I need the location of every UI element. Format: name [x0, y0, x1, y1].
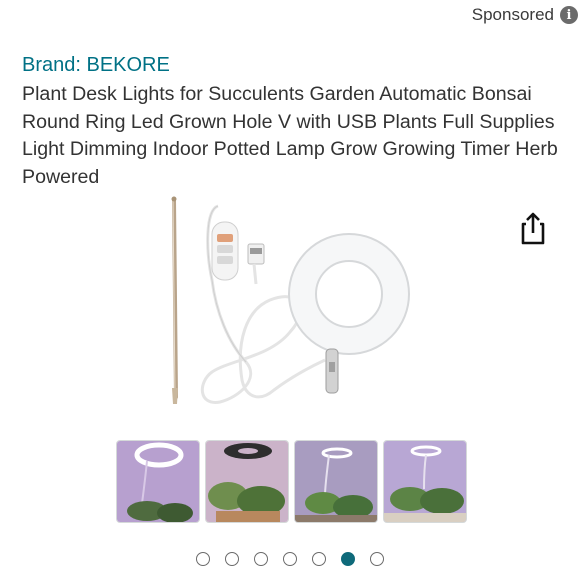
share-button[interactable] — [517, 211, 549, 245]
carousel-dot[interactable] — [225, 552, 239, 566]
ring-light-pot-thumbnail[interactable] — [383, 440, 467, 523]
sponsored-label: Sponsored — [471, 5, 554, 24]
product-title: Plant Desk Lights for Succulents Garden … — [22, 83, 558, 188]
thumbnail-strip — [116, 440, 467, 523]
carousel-dot-active[interactable] — [341, 552, 355, 566]
telescopic-rod — [171, 196, 178, 404]
carousel-dot[interactable] — [254, 552, 268, 566]
info-icon[interactable]: i — [560, 6, 578, 24]
sponsored-row[interactable]: Sponsored i — [472, 3, 580, 27]
carousel-dots — [0, 552, 580, 566]
carousel-dot[interactable] — [283, 552, 297, 566]
brand-link[interactable]: Brand: BEKORE — [22, 54, 170, 77]
carousel-dot[interactable] — [370, 552, 384, 566]
ring-light-glow-thumbnail[interactable] — [116, 440, 200, 523]
controller-box — [211, 221, 239, 281]
main-product-image[interactable] — [150, 192, 430, 420]
carousel-dot[interactable] — [312, 552, 326, 566]
usb-plug — [247, 243, 265, 285]
share-icon — [521, 212, 545, 245]
carousel-dot[interactable] — [196, 552, 210, 566]
ring-light-plants-thumbnail[interactable] — [205, 440, 289, 523]
ring-light-succulents-thumbnail[interactable] — [294, 440, 378, 523]
